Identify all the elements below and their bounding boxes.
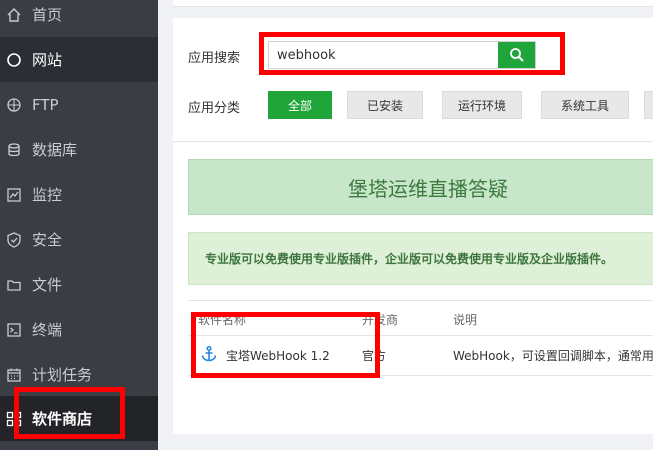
sidebar-item-label: 首页 (32, 6, 63, 24)
sidebar-item-database[interactable]: 数据库 (0, 127, 158, 172)
database-icon (6, 142, 22, 158)
ftp-icon (6, 97, 22, 113)
category-more-button[interactable] (644, 91, 653, 119)
app-description: WebHook，可设置回调脚本，通常用 (453, 349, 653, 363)
column-header-description: 说明 (453, 313, 478, 327)
sidebar-item-security[interactable]: 安全 (0, 217, 158, 262)
category-label: 应用分类 (188, 101, 241, 116)
highlight-app-row (191, 312, 380, 378)
category-system-tools-button[interactable]: 系统工具 (541, 91, 629, 119)
sidebar-item-label: 安全 (32, 231, 63, 249)
home-icon (6, 7, 22, 23)
sidebar-item-label: 计划任务 (32, 366, 93, 384)
calendar-icon (6, 367, 22, 383)
shield-icon (6, 231, 22, 248)
sidebar-item-label: 文件 (32, 276, 63, 294)
license-notice: 专业版可以免费使用专业版插件，企业版可以免费使用专业版及企业版插件。 (188, 232, 653, 285)
sidebar-item-terminal[interactable]: 终端 (0, 307, 158, 352)
sidebar-item-home[interactable]: 首页 (0, 0, 158, 37)
highlight-search (259, 32, 565, 75)
category-runtime-button[interactable]: 运行环境 (442, 91, 522, 119)
sidebar-item-label: 监控 (32, 186, 63, 204)
sidebar-item-ftp[interactable]: FTP (0, 82, 158, 127)
sidebar-item-label: 终端 (32, 321, 63, 339)
sidebar-item-label: 网站 (32, 51, 63, 69)
top-panel (173, 0, 653, 7)
sidebar-item-label: FTP (32, 95, 59, 114)
sidebar-item-monitor[interactable]: 监控 (0, 172, 158, 217)
search-label: 应用搜索 (188, 51, 241, 66)
divider (173, 141, 653, 142)
category-installed-button[interactable]: 已安装 (347, 91, 423, 119)
live-qa-banner[interactable]: 堡塔运维直播答疑 (188, 159, 653, 215)
category-all-button[interactable]: 全部 (268, 91, 332, 119)
sidebar: 首页 网站 FTP 数据库 监控 安全 文件 终端 计划任务 软件商店 (0, 0, 158, 450)
globe-icon (6, 52, 22, 68)
sidebar-item-website[interactable]: 网站 (0, 37, 158, 82)
folder-icon (6, 277, 22, 293)
terminal-icon (6, 322, 22, 338)
sidebar-item-label: 数据库 (32, 141, 78, 159)
sidebar-item-files[interactable]: 文件 (0, 262, 158, 307)
highlight-app-store (14, 387, 125, 439)
monitor-icon (6, 187, 22, 203)
